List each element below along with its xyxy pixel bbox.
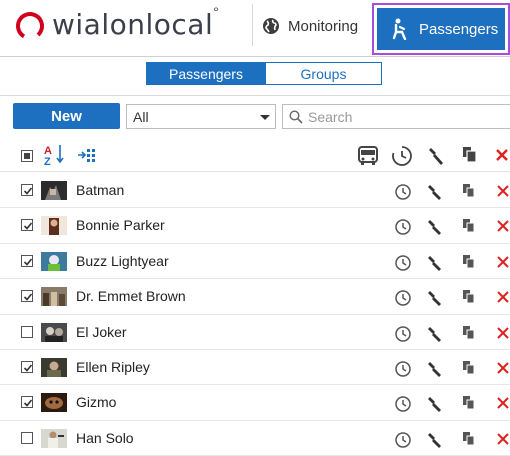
nav-monitoring[interactable]: Monitoring: [262, 10, 358, 42]
chevron-down-icon: [260, 115, 270, 120]
properties-icon[interactable]: [427, 395, 443, 413]
row-checkbox[interactable]: [21, 325, 33, 338]
properties-icon[interactable]: [427, 254, 443, 272]
passenger-seat-icon: [392, 18, 407, 40]
vehicle-icon[interactable]: [357, 145, 379, 167]
list-item[interactable]: Han Solo: [0, 421, 510, 456]
nav-passengers-label: Passengers: [419, 20, 499, 38]
copy-icon[interactable]: [462, 183, 476, 199]
history-icon[interactable]: [394, 395, 412, 413]
search-input[interactable]: [308, 108, 498, 125]
history-icon[interactable]: [394, 218, 412, 236]
topbar-divider: [252, 4, 253, 46]
copy-icon[interactable]: [462, 289, 476, 305]
passenger-name: Han Solo: [76, 429, 134, 446]
delete-icon[interactable]: [496, 254, 510, 270]
list-item[interactable]: Batman: [0, 173, 510, 209]
tab-passengers[interactable]: Passengers: [146, 62, 266, 85]
delete-icon[interactable]: [496, 395, 510, 411]
properties-icon[interactable]: [427, 325, 443, 343]
logo-icon: [15, 12, 44, 40]
copy-icon[interactable]: [461, 145, 479, 165]
passenger-name: Buzz Lightyear: [76, 252, 169, 269]
search-icon: [289, 109, 303, 124]
select-all-checkbox[interactable]: [21, 150, 33, 162]
list-item[interactable]: El Joker: [0, 315, 510, 350]
passenger-name: Ellen Ripley: [76, 358, 150, 375]
delete-icon[interactable]: [494, 145, 510, 165]
list-item[interactable]: Bonnie Parker: [0, 208, 510, 244]
list-item[interactable]: Dr. Emmet Brown: [0, 279, 510, 315]
copy-icon[interactable]: [462, 218, 476, 234]
avatar: [41, 216, 67, 236]
divider: [0, 95, 510, 96]
history-icon[interactable]: [394, 431, 412, 449]
logo-text: wialonlocal: [52, 7, 214, 41]
nav-passengers-highlight: Passengers: [372, 3, 510, 55]
delete-icon[interactable]: [496, 325, 510, 341]
logo[interactable]: wialonlocal °: [14, 4, 219, 46]
avatar: [41, 428, 67, 448]
search-box[interactable]: [282, 104, 510, 129]
properties-icon[interactable]: [426, 145, 446, 167]
history-icon[interactable]: [394, 254, 412, 272]
tab-groups[interactable]: Groups: [266, 62, 382, 85]
filter-select-value: All: [133, 108, 149, 125]
copy-icon[interactable]: [462, 431, 476, 447]
copy-icon[interactable]: [462, 395, 476, 411]
row-checkbox[interactable]: [21, 219, 33, 232]
avatar: [41, 181, 67, 200]
passenger-name: Bonnie Parker: [76, 217, 165, 234]
history-icon[interactable]: [391, 145, 413, 167]
passenger-list: Batman Bonnie Parker Buzz Lightyear Dr. …: [0, 173, 510, 456]
avatar: [41, 251, 67, 271]
nav-passengers[interactable]: Passengers: [377, 8, 505, 50]
delete-icon[interactable]: [496, 289, 510, 305]
row-checkbox[interactable]: [21, 184, 33, 196]
history-icon[interactable]: [394, 183, 412, 201]
sort-az-icon[interactable]: A Z: [43, 143, 67, 167]
properties-icon[interactable]: [427, 360, 443, 378]
properties-icon[interactable]: [427, 431, 443, 449]
properties-icon[interactable]: [427, 218, 443, 236]
view-switch: Passengers Groups: [146, 62, 382, 85]
passenger-name: El Joker: [76, 323, 127, 340]
list-item[interactable]: Gizmo: [0, 385, 510, 421]
row-checkbox[interactable]: [21, 360, 33, 373]
avatar: [41, 357, 67, 377]
history-icon[interactable]: [394, 360, 412, 378]
globe-icon: [263, 18, 279, 34]
history-icon[interactable]: [394, 325, 412, 343]
groups-icon[interactable]: [77, 146, 99, 164]
avatar: [41, 393, 67, 413]
top-bar: wialonlocal ° Monitoring Passengers: [0, 0, 510, 57]
row-checkbox[interactable]: [21, 431, 33, 444]
copy-icon[interactable]: [462, 254, 476, 270]
passenger-name: Dr. Emmet Brown: [76, 288, 186, 305]
copy-icon[interactable]: [462, 360, 476, 376]
nav-monitoring-label: Monitoring: [288, 17, 359, 35]
copy-icon[interactable]: [462, 325, 476, 341]
delete-icon[interactable]: [496, 431, 510, 447]
avatar: [41, 287, 67, 307]
row-checkbox[interactable]: [21, 396, 33, 409]
row-checkbox[interactable]: [21, 254, 33, 267]
new-button[interactable]: New: [13, 103, 120, 129]
history-icon[interactable]: [394, 289, 412, 307]
list-header: A Z: [0, 139, 510, 172]
logo-superscript: °: [213, 4, 219, 20]
list-item[interactable]: Buzz Lightyear: [0, 244, 510, 280]
passenger-name: Batman: [76, 182, 125, 198]
svg-text:Z: Z: [44, 156, 51, 167]
delete-icon[interactable]: [496, 360, 510, 376]
delete-icon[interactable]: [496, 218, 510, 234]
row-checkbox[interactable]: [21, 290, 33, 303]
list-item[interactable]: Ellen Ripley: [0, 350, 510, 386]
properties-icon[interactable]: [427, 183, 443, 201]
properties-icon[interactable]: [427, 289, 443, 307]
delete-icon[interactable]: [496, 183, 510, 199]
avatar: [41, 322, 67, 342]
passenger-name: Gizmo: [76, 394, 117, 411]
filter-select[interactable]: All: [126, 104, 276, 129]
